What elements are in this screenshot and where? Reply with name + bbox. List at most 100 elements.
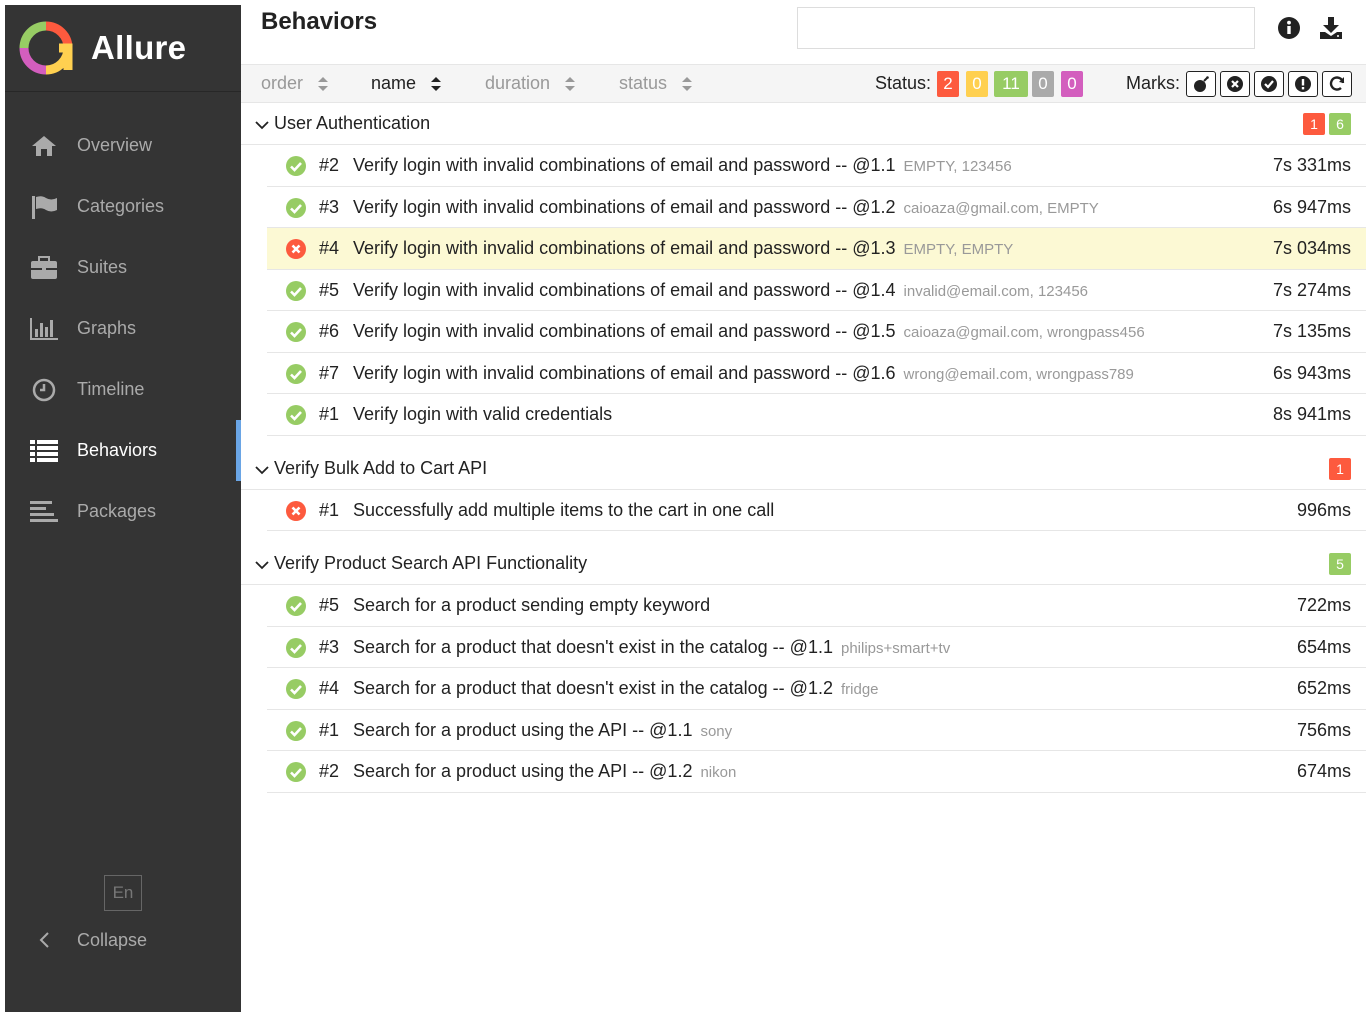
- test-name-cell: Search for a product using the API -- @1…: [353, 720, 732, 741]
- refresh-icon: [1328, 75, 1346, 93]
- test-params: sony: [700, 722, 733, 740]
- sort-name-label: name: [371, 73, 417, 93]
- status-filter-label: Status:: [875, 73, 932, 93]
- test-order: #4: [319, 678, 340, 698]
- align-left-icon: [29, 497, 59, 527]
- mark-filter-check-circle[interactable]: [1254, 71, 1284, 97]
- test-params: nikon: [700, 764, 737, 781]
- test-name: Verify login with invalid combinations o…: [353, 362, 896, 383]
- sidebar-item-suites[interactable]: Suites: [5, 237, 241, 298]
- list-icon: [29, 436, 59, 466]
- status-filter-broken[interactable]: 0: [966, 71, 988, 97]
- status-filter-skipped[interactable]: 0: [1032, 71, 1054, 97]
- test-name-cell: Verify login with invalid combinations o…: [353, 155, 1012, 176]
- test-name-cell: Search for a product using the API -- @1…: [353, 761, 736, 782]
- sidebar-item-behaviors[interactable]: Behaviors: [5, 420, 241, 481]
- mark-filter-x-circle[interactable]: [1220, 71, 1250, 97]
- sidebar-item-timeline[interactable]: Timeline: [5, 359, 241, 420]
- collapse-label: Collapse: [77, 929, 148, 950]
- test-row[interactable]: #1 Successfully add multiple items to th…: [267, 490, 1366, 531]
- test-name: Verify login with invalid combinations o…: [353, 238, 896, 258]
- sort-by-name[interactable]: name: [371, 73, 442, 94]
- passed-status-icon: [285, 720, 307, 742]
- test-row[interactable]: #3 Verify login with invalid combination…: [267, 187, 1366, 228]
- test-row[interactable]: #3 Search for a product that doesn't exi…: [267, 627, 1366, 668]
- test-row[interactable]: #1 Search for a product using the API --…: [267, 710, 1366, 751]
- group-count-badge: 1: [1329, 457, 1351, 480]
- search-input[interactable]: [797, 7, 1255, 49]
- language-button[interactable]: En: [104, 875, 142, 911]
- sort-duration-label: duration: [485, 73, 551, 93]
- chevron-down-icon[interactable]: [255, 462, 269, 480]
- test-params: wrong@email.com, wrongpass789: [903, 365, 1134, 383]
- sort-by-order[interactable]: order: [261, 73, 329, 94]
- bomb-icon: [1192, 75, 1210, 93]
- test-name-cell: Verify login with invalid combinations o…: [353, 197, 1099, 218]
- collapse-button[interactable]: Collapse: [29, 925, 147, 955]
- chevron-down-icon[interactable]: [255, 117, 269, 135]
- x-circle-icon: [1226, 75, 1244, 93]
- test-row[interactable]: #2 Verify login with invalid combination…: [267, 145, 1366, 187]
- info-icon[interactable]: [1275, 14, 1303, 42]
- sidebar-item-overview[interactable]: Overview: [5, 115, 241, 176]
- status-filter-unknown[interactable]: 0: [1061, 71, 1083, 97]
- briefcase-icon: [29, 253, 59, 283]
- test-params: EMPTY, EMPTY: [903, 241, 1014, 258]
- test-row[interactable]: #5 Search for a product sending empty ke…: [267, 585, 1366, 627]
- main-panel: Behaviors order name duration status Sta…: [241, 0, 1366, 1012]
- allure-logo-icon: [19, 21, 73, 75]
- app-name: Allure: [91, 29, 187, 66]
- sort-toolbar: order name duration status Status: 2 0 11 0…: [241, 64, 1366, 103]
- test-name: Verify login with invalid combinations o…: [353, 196, 896, 217]
- test-order: #5: [319, 279, 340, 300]
- sidebar-item-packages[interactable]: Packages: [5, 481, 241, 542]
- test-duration: 756ms: [1296, 719, 1351, 740]
- status-filter-passed[interactable]: 11: [994, 71, 1028, 97]
- chevron-down-icon[interactable]: [255, 557, 269, 575]
- test-order: #6: [319, 321, 340, 341]
- group-count-badge: 1: [1303, 113, 1325, 135]
- passed-status-icon: [285, 280, 307, 302]
- mark-filter-exclamation-circle[interactable]: [1288, 71, 1318, 97]
- sort-by-status[interactable]: status: [619, 73, 693, 94]
- mark-filter-refresh[interactable]: [1322, 71, 1352, 97]
- sort-icon: [565, 76, 576, 91]
- test-row[interactable]: #5 Verify login with invalid combination…: [267, 270, 1366, 311]
- topbar: Behaviors: [241, 0, 1366, 64]
- clock-icon: [29, 375, 59, 405]
- test-row[interactable]: #2 Search for a product using the API --…: [267, 751, 1366, 793]
- status-filter-failed[interactable]: 2: [937, 71, 959, 97]
- behavior-group-header[interactable]: Verify Bulk Add to Cart API 1: [241, 448, 1366, 490]
- group-name: Verify Bulk Add to Cart API: [274, 457, 488, 478]
- test-duration: 722ms: [1296, 595, 1351, 615]
- test-row[interactable]: #1 Verify login with valid credentials 8…: [267, 394, 1366, 436]
- test-params: caioaza@gmail.com, EMPTY: [903, 199, 1099, 217]
- sort-by-duration[interactable]: duration: [485, 73, 576, 94]
- test-row[interactable]: #6 Verify login with invalid combination…: [267, 311, 1366, 353]
- test-duration: 7s 135ms: [1272, 321, 1351, 341]
- behavior-group-header[interactable]: Verify Product Search API Functionality …: [241, 543, 1366, 585]
- test-name: Search for a product that doesn't exist …: [353, 678, 833, 698]
- check-circle-icon: [1260, 75, 1278, 93]
- behavior-group-header[interactable]: User Authentication 16: [241, 103, 1366, 145]
- passed-status-icon: [285, 155, 307, 177]
- test-name: Search for a product using the API -- @1…: [353, 761, 693, 781]
- test-duration: 6s 947ms: [1272, 196, 1351, 217]
- passed-status-icon: [285, 678, 307, 700]
- sidebar-item-graphs[interactable]: Graphs: [5, 298, 241, 359]
- group-name: Verify Product Search API Functionality: [274, 553, 588, 573]
- sidebar-item-categories[interactable]: Categories: [5, 176, 241, 237]
- test-row[interactable]: #4 Search for a product that doesn't exi…: [267, 668, 1366, 710]
- download-icon[interactable]: [1317, 14, 1345, 42]
- mark-filter-bomb[interactable]: [1186, 71, 1216, 97]
- test-order: #1: [319, 404, 340, 424]
- exclamation-circle-icon: [1294, 75, 1312, 93]
- sort-order-label: order: [261, 73, 304, 93]
- test-row[interactable]: #4 Verify login with invalid combination…: [267, 228, 1366, 270]
- logo[interactable]: Allure: [5, 5, 241, 92]
- test-row[interactable]: #7 Verify login with invalid combination…: [267, 353, 1366, 394]
- sidebar-item-label: Graphs: [77, 318, 137, 338]
- sidebar-item-label: Behaviors: [77, 440, 158, 460]
